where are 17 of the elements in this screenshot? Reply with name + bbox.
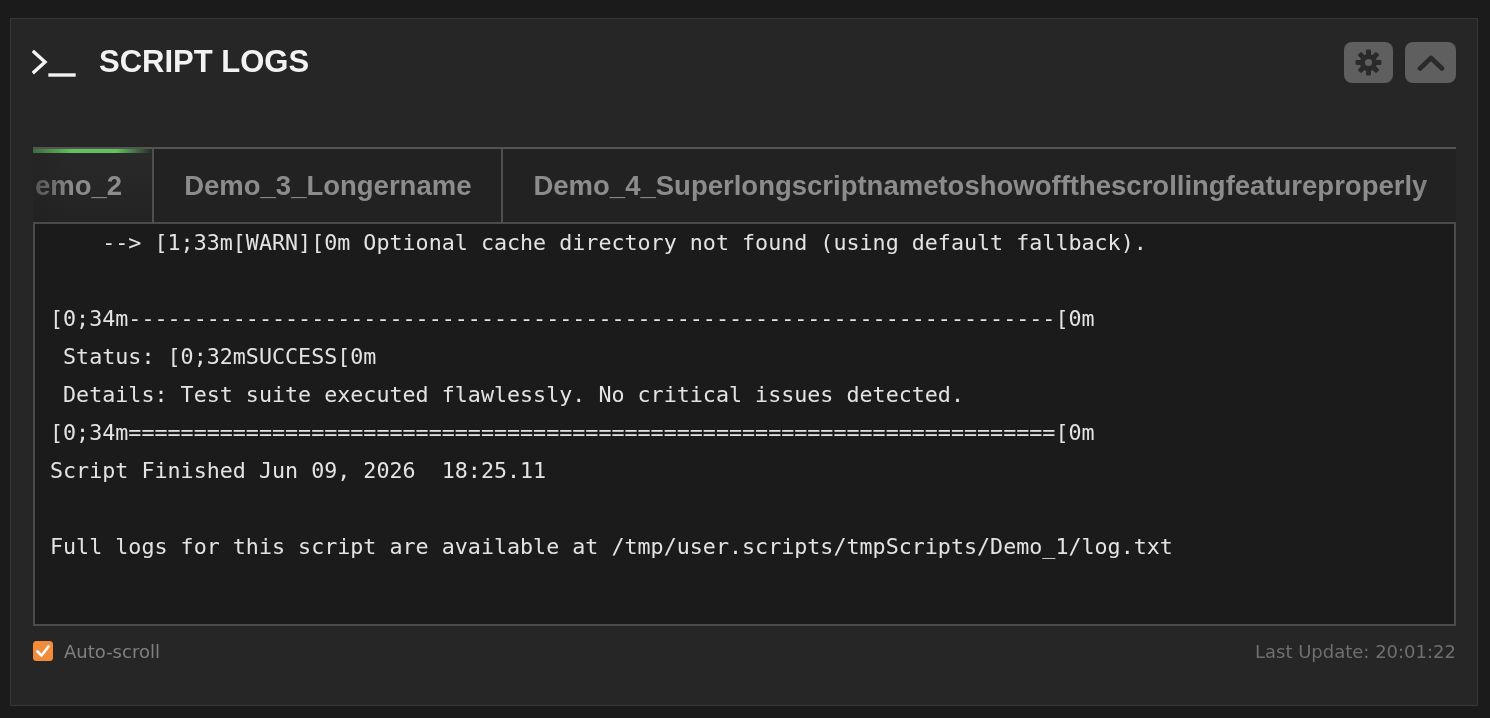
log-line: [0;34m=======================================================================[0m — [50, 419, 1096, 447]
auto-scroll-label: Auto-scroll — [64, 640, 160, 662]
auto-scroll-checkbox[interactable] — [33, 641, 53, 661]
last-update-text: Last Update: 20:01:22 — [1254, 640, 1456, 662]
log-line: Full logs for this script are available at /tmp/user.scripts/tmpScripts/Demo_1/log.txt — [50, 533, 1174, 561]
log-line: Script Finished Jun 09, 2026 18:25.11 — [50, 457, 548, 485]
panel-title: SCRIPT LOGS — [99, 46, 310, 77]
log-line: [0;34m-----------------------------------------------------------------------[0m — [50, 305, 1096, 333]
chevron-up-icon — [1416, 54, 1445, 71]
script-tab[interactable]: emo_2 — [33, 149, 155, 222]
log-line: --> [1;33m[WARN][0m Optional cache directory not found (using default fallback). — [101, 229, 1148, 257]
terminal-prompt-icon — [32, 50, 76, 77]
log-line: Details: Test suite executed flawlessly. No critical issues detected. — [62, 381, 965, 409]
collapse-button[interactable] — [1405, 42, 1456, 83]
settings-button[interactable] — [1344, 42, 1393, 83]
script-tab[interactable]: Demo_4_Superlongscriptnametoshowoffthescrollingfeatureproperly — [503, 149, 1456, 222]
log-line: Status: [0;32mSUCCESS[0m — [62, 343, 378, 371]
